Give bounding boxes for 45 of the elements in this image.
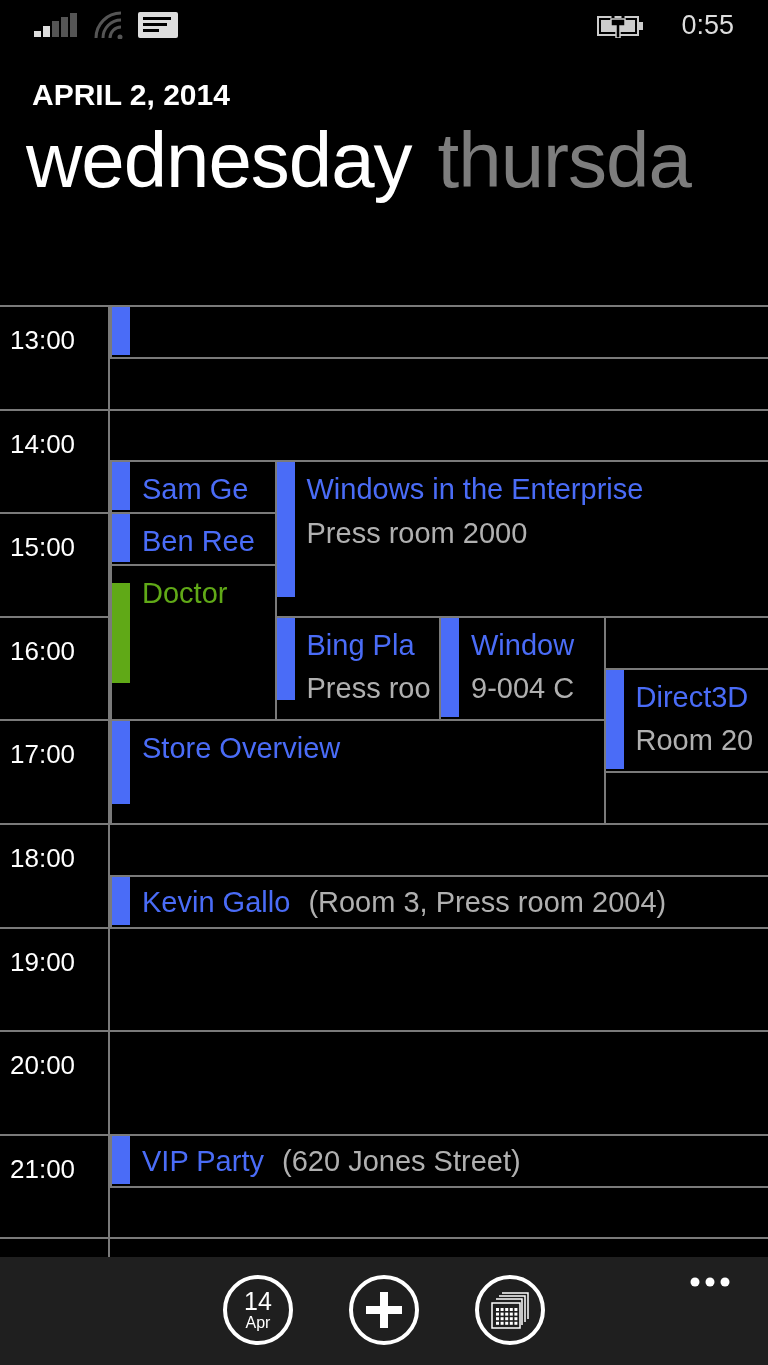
hour-label: 19:00 [10,946,76,977]
event-location: (620 Jones Street) [282,1143,521,1179]
event-title: VIP Party [142,1143,264,1179]
hour-label: 16:00 [10,635,76,666]
event-block[interactable]: VIP Party (620 Jones Street) [110,1133,768,1188]
signal-icon [34,13,80,37]
event-location: 9-004 C [471,671,575,707]
event-title: Direct3D [635,679,749,715]
event-title: Kevin Gallo [142,884,291,920]
calendars-button[interactable] [475,1275,545,1345]
event-title: Windows in the Enterprise [306,472,644,508]
event-title: Sam Ge [142,472,249,508]
event-location: Room 20 [635,723,754,759]
event-block[interactable]: Store Overview [110,719,606,825]
event-block[interactable]: Kevin Gallo (Room 3, Press room 2004) [110,874,768,929]
event-location: (Room 3, Press room 2004) [308,884,667,920]
event-block[interactable] [110,305,768,359]
event-block[interactable]: Doctor [110,564,277,722]
day-pivot[interactable]: wednesday [26,118,412,204]
hour-label: 13:00 [10,325,76,355]
hour-label: 17:00 [10,739,76,770]
calendar-stack-icon [490,1290,530,1330]
hour-label: 20:00 [10,1050,76,1081]
today-button[interactable]: 14 Apr [223,1275,293,1345]
add-button[interactable] [349,1275,419,1345]
event-title: Ben Ree [142,524,255,560]
message-icon [138,12,178,38]
event-location: Press room 2000 [306,515,528,551]
event-title: Bing Pla [306,627,415,663]
event-location: Press roo [306,671,431,707]
hour-label: 18:00 [10,842,76,873]
day-pivot[interactable]: thursda [437,118,691,204]
plus-icon [364,1290,404,1330]
hour-label: 21:00 [10,1153,76,1184]
ellipsis-icon [690,1277,730,1287]
event-title: Store Overview [142,731,341,767]
event-title: Doctor [142,576,228,611]
event-block[interactable]: Sam Ge [110,460,277,515]
hour-label: 14:00 [10,428,76,459]
clock-time: 0:55 [681,9,734,41]
hour-label: 15:00 [10,532,76,563]
wifi-icon [94,11,124,39]
date-heading: APRIL 2, 2014 [32,78,230,112]
event-title: Window [471,627,575,663]
event-block[interactable]: Direct3D Room 20 [603,667,768,774]
